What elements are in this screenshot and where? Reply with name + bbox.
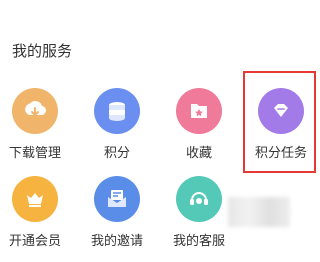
services-row-1: 下载管理 积分 收藏 积分任务	[0, 78, 320, 166]
service-my-invites[interactable]: 我的邀请	[77, 166, 157, 249]
customer-service-icon	[176, 176, 222, 222]
invite-mail-icon	[94, 176, 140, 222]
diamond-tag-icon	[258, 88, 304, 134]
download-icon	[12, 88, 58, 134]
coins-icon	[94, 88, 140, 134]
service-label: 积分	[103, 146, 130, 161]
bookmark-folder-icon	[176, 88, 222, 134]
service-membership[interactable]: 开通会员	[0, 166, 75, 249]
section-title: 我的服务	[12, 42, 73, 60]
service-points-tasks[interactable]: 积分任务	[241, 78, 320, 161]
service-label: 下载管理	[8, 146, 61, 161]
services-grid: 下载管理 积分 收藏 积分任务 开通会员 我的邀请 我的客服	[0, 78, 320, 254]
service-points[interactable]: 积分	[77, 78, 157, 161]
service-customer-service[interactable]: 我的客服	[159, 166, 239, 249]
service-label: 开通会员	[8, 234, 61, 249]
service-download-manager[interactable]: 下载管理	[0, 78, 75, 161]
blurred-area	[228, 197, 290, 227]
service-label: 我的客服	[172, 234, 225, 249]
service-label: 积分任务	[254, 146, 307, 161]
service-label: 收藏	[185, 146, 212, 161]
service-favorites[interactable]: 收藏	[159, 78, 239, 161]
service-label: 我的邀请	[90, 234, 143, 249]
services-panel: 我的服务 下载管理 积分 收藏 积分任务 开通会员 我的邀请 我的客服	[0, 0, 320, 262]
crown-icon	[12, 176, 58, 222]
